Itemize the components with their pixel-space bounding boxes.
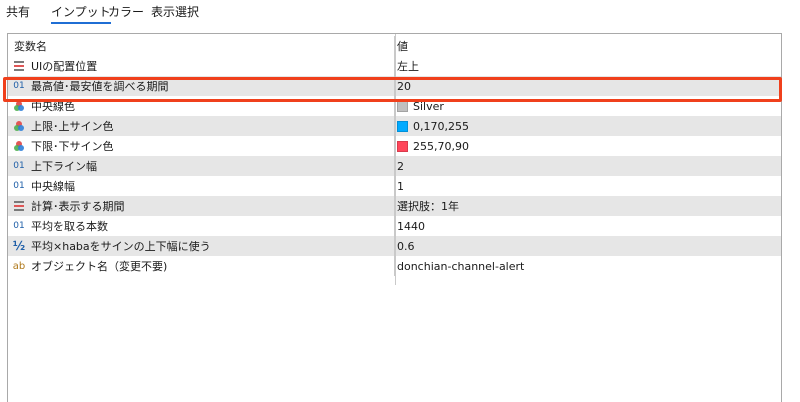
column-divider: [395, 34, 396, 285]
variable-name-label: 下限･下サイン色: [31, 140, 114, 153]
variable-value: 1440: [397, 219, 425, 233]
variable-value-cell[interactable]: 左上: [397, 56, 781, 76]
variable-name-cell: 01 中央線幅: [8, 176, 395, 196]
variable-value-cell[interactable]: 0,170,255: [397, 116, 781, 136]
column-header-name[interactable]: 変数名: [8, 36, 395, 56]
integer-icon: 01: [13, 161, 25, 171]
variable-value: 左上: [397, 60, 419, 73]
tab-input[interactable]: インプット: [51, 3, 111, 24]
enum-list-icon: [12, 59, 26, 73]
variable-value-cell[interactable]: 1440: [397, 216, 781, 236]
tab-color[interactable]: カラー: [108, 3, 144, 21]
variable-name-label: 平均×habaをサインの上下幅に使う: [31, 240, 211, 253]
fraction-icon: ½: [12, 239, 26, 253]
variable-value: 選択肢：1年: [397, 200, 459, 213]
variable-name-label: 平均を取る本数: [31, 220, 108, 233]
color-swatch: [397, 140, 408, 152]
color-icon: [12, 119, 26, 133]
variable-value-cell[interactable]: 255,70,90: [397, 136, 781, 156]
variable-value: 0,170,255: [413, 119, 469, 133]
variable-name-cell: ½ 平均×habaをサインの上下幅に使う: [8, 236, 395, 256]
color-swatch: [397, 120, 408, 132]
color-icon: [12, 99, 26, 113]
color-icon: [12, 139, 26, 153]
variable-name-label: 上下ライン幅: [31, 160, 97, 173]
variable-name-cell: 中央線色: [8, 96, 395, 116]
variable-value-cell[interactable]: donchian-channel-alert: [397, 256, 781, 276]
variable-value: 255,70,90: [413, 139, 469, 153]
tab-bar: 共有 インプット カラー 表示選択: [0, 0, 800, 26]
variable-name-label: UIの配置位置: [31, 60, 98, 73]
variable-name-label: 最高値･最安値を調べる期間: [31, 80, 169, 93]
enum-list-icon: [12, 199, 26, 213]
color-swatch: [397, 100, 408, 112]
integer-icon: 01: [13, 81, 25, 91]
variable-name-label: 上限･上サイン色: [31, 120, 114, 133]
variable-name-cell: 上限･上サイン色: [8, 116, 395, 136]
tab-share[interactable]: 共有: [6, 3, 30, 21]
integer-icon: 01: [13, 221, 25, 231]
input-parameters-grid: 変数名 値 UIの配置位置 左上 01 最高値･最安値を調べる期間 20 中央線…: [7, 33, 782, 402]
variable-value-cell[interactable]: 選択肢：1年: [397, 196, 781, 216]
tab-display-select[interactable]: 表示選択: [151, 3, 199, 21]
variable-value-cell[interactable]: 2: [397, 156, 781, 176]
variable-value-cell[interactable]: 20: [397, 76, 781, 96]
variable-name-cell: 下限･下サイン色: [8, 136, 395, 156]
variable-name-cell: 01 最高値･最安値を調べる期間: [8, 76, 395, 96]
variable-name-label: 中央線幅: [31, 180, 75, 193]
variable-name-label: 中央線色: [31, 100, 75, 113]
variable-name-cell: 計算･表示する期間: [8, 196, 395, 216]
variable-value-cell[interactable]: 1: [397, 176, 781, 196]
variable-name-cell: ab オブジェクト名（変更不要): [8, 256, 395, 276]
variable-value-cell[interactable]: Silver: [397, 96, 781, 116]
column-header-value[interactable]: 値: [397, 36, 781, 56]
variable-value-cell[interactable]: 0.6: [397, 236, 781, 256]
variable-name-label: オブジェクト名（変更不要): [31, 260, 168, 273]
variable-name-cell: UIの配置位置: [8, 56, 395, 76]
integer-icon: 01: [13, 181, 25, 191]
string-icon: ab: [12, 260, 26, 272]
variable-value: 20: [397, 79, 411, 93]
variable-name-label: 計算･表示する期間: [31, 200, 125, 213]
variable-name-cell: 01 平均を取る本数: [8, 216, 395, 236]
variable-value: Silver: [413, 99, 444, 113]
variable-value: 2: [397, 159, 404, 173]
variable-value: 1: [397, 179, 404, 193]
variable-name-cell: 01 上下ライン幅: [8, 156, 395, 176]
variable-value: 0.6: [397, 239, 415, 253]
variable-value: donchian-channel-alert: [397, 259, 525, 273]
